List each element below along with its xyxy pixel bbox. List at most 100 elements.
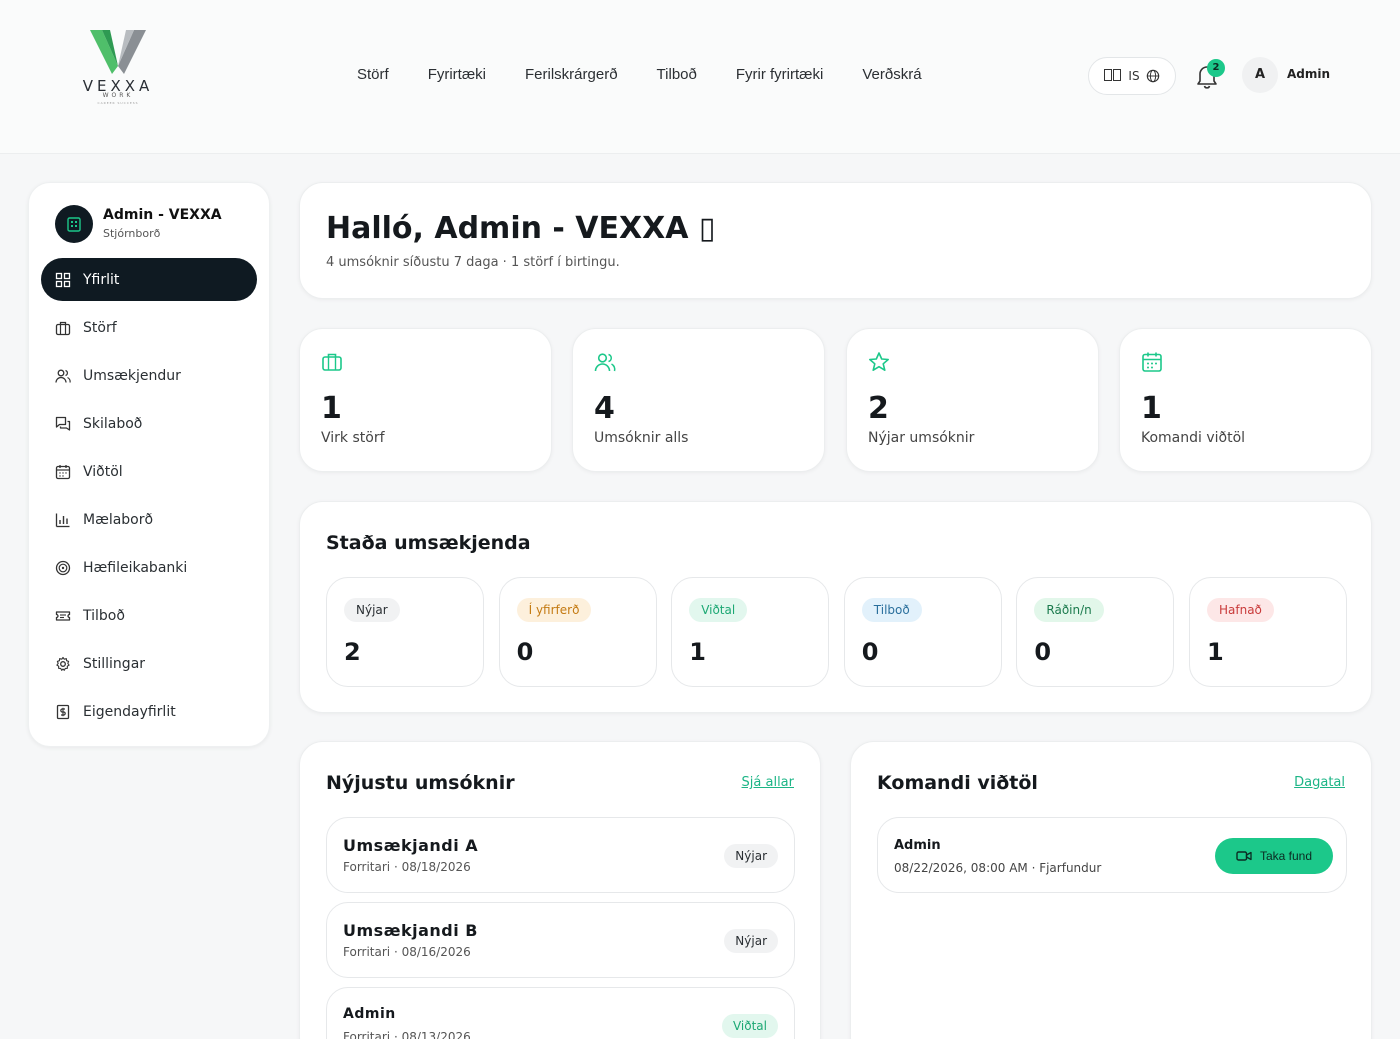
sidebar-item-label: Viðtöl [83,463,123,480]
status-stage-label: Hafnað [1207,598,1274,622]
sidebar: Admin - VEXXA Stjórnborð Yfirlit Störf U… [28,182,270,747]
page-title: Halló, Admin - VEXXA ▯ [326,211,716,246]
status-badge: Nýjar [724,844,778,868]
calendar-icon [1142,352,1162,372]
dollar-doc-icon [56,704,70,719]
status-stage-count: 0 [861,638,879,666]
star-icon [868,352,890,372]
interviewee-name: Admin [894,838,941,853]
application-meta: Forritari · 08/13/2026 [343,1030,471,1039]
status-stage-box[interactable]: Í yfirferð 0 [498,577,657,687]
status-stage-count: 2 [344,638,361,666]
recent-applications-card: Nýjustu umsóknir Sjá allar Umsækjandi A … [299,741,821,1039]
section-title: Komandi viðtöl [877,772,1038,794]
nav-offers[interactable]: Tilboð [657,66,697,83]
status-stage-box[interactable]: Viðtal 1 [671,577,830,687]
sidebar-item-label: Stillingar [83,655,146,672]
see-all-link[interactable]: Sjá allar [742,775,794,790]
application-meta: Forritari · 08/18/2026 [343,860,471,874]
nav-companies[interactable]: Fyrirtæki [428,66,486,83]
status-stage-count: 0 [1034,638,1052,666]
user-name[interactable]: Admin [1287,67,1330,81]
greeting-card: Halló, Admin - VEXXA ▯ 4 umsóknir síðust… [299,182,1372,299]
nav-pricing[interactable]: Verðskrá [862,66,921,83]
language-code: IS [1128,69,1140,83]
calendar-link[interactable]: Dagatal [1294,775,1345,790]
application-row[interactable]: Umsækjandi B Forritari · 08/16/2026 Nýja… [326,902,795,978]
status-stage-box[interactable]: Tilboð 0 [843,577,1002,687]
application-row[interactable]: Admin Forritari · 08/13/2026 Viðtal [326,987,795,1039]
section-title: Staða umsækjenda [326,532,531,554]
nav-jobs[interactable]: Störf [357,66,389,83]
org-name: Admin - VEXXA [103,207,222,223]
sidebar-item-talent-bank[interactable]: Hæfileikabanki [41,546,257,589]
stat-value: 1 [321,391,342,426]
nav-for-companies[interactable]: Fyrir fyrirtæki [736,66,823,83]
sidebar-item-jobs[interactable]: Störf [41,306,257,349]
sidebar-item-offers[interactable]: Tilboð [41,594,257,637]
avatar[interactable]: A [1242,57,1278,93]
sidebar-item-label: Hæfileikabanki [83,559,188,576]
users-icon [594,353,616,372]
layout-toggle-icon [1104,68,1122,84]
sidebar-item-owner-overview[interactable]: Eigendayfirlit [41,690,257,733]
sidebar-item-label: Skilaboð [83,415,143,432]
messages-icon [55,416,71,431]
stat-card-new-applications: 2 Nýjar umsóknir [846,328,1099,472]
sidebar-item-messages[interactable]: Skilaboð [41,402,257,445]
stat-card-active-jobs: 1 Virk störf [299,328,552,472]
sidebar-item-label: Störf [83,319,117,336]
sidebar-item-overview[interactable]: Yfirlit [41,258,257,301]
status-badge: Nýjar [724,929,778,953]
sidebar-item-interviews[interactable]: Viðtöl [41,450,257,493]
logo-sub: WORK [102,92,134,99]
building-icon [55,205,93,243]
nav-cv-builder[interactable]: Ferilskrárgerð [525,66,618,83]
stat-value: 1 [1141,391,1162,426]
users-icon [55,369,71,383]
applicant-status-card: Staða umsækjenda Nýjar 2 Í yfirferð 0 Viðtal… [299,501,1372,713]
upcoming-interviews-card: Komandi viðtöl Dagatal Admin 08/22/2026,… [850,741,1372,1039]
bar-chart-icon [55,513,70,527]
status-stage-label: Tilboð [861,598,922,622]
status-stage-label: Viðtal [689,598,748,622]
gear-icon [56,656,70,671]
ticket-icon [55,610,71,621]
status-stage-label: Nýjar [344,598,400,622]
status-stage-count: 1 [1207,638,1224,666]
logo-mark-icon [90,30,146,74]
sidebar-item-dashboard[interactable]: Mælaborð [41,498,257,541]
sidebar-item-label: Tilboð [83,607,125,624]
status-stage-label: Ráðin/n [1034,598,1104,622]
application-row[interactable]: Umsækjandi A Forritari · 08/18/2026 Nýja… [326,817,795,893]
language-switcher[interactable]: IS [1088,57,1176,95]
application-meta: Forritari · 08/16/2026 [343,945,471,959]
applicant-name: Umsækjandi A [343,836,479,855]
sidebar-item-label: Umsækjendur [83,367,181,384]
stat-card-upcoming-interviews: 1 Komandi viðtöl [1119,328,1372,472]
sidebar-item-applicants[interactable]: Umsækjendur [41,354,257,397]
main-nav: Störf Fyrirtæki Ferilskrárgerð Tilboð Fy… [357,66,961,83]
stat-value: 4 [594,391,615,426]
sidebar-item-settings[interactable]: Stillingar [41,642,257,685]
stat-card-total-applications: 4 Umsóknir alls [572,328,825,472]
interview-row: Admin 08/22/2026, 08:00 AM · Fjarfundur … [877,817,1347,893]
status-stage-box[interactable]: Ráðin/n 0 [1016,577,1175,687]
join-meeting-button[interactable]: Taka fund [1215,838,1333,874]
status-stage-box[interactable]: Nýjar 2 [326,577,484,687]
logo-tagline: CAREER SUCCESS [97,101,139,105]
stat-label: Virk störf [321,430,385,446]
top-navigation: VEXXA WORK CAREER SUCCESS Störf Fyrirtæk… [0,0,1400,154]
briefcase-icon [322,353,342,371]
interview-meta: 08/22/2026, 08:00 AM · Fjarfundur [894,861,1102,875]
grid-icon [55,272,71,287]
status-stage-box[interactable]: Hafnað 1 [1189,577,1347,687]
briefcase-icon [55,321,71,335]
vexxa-logo[interactable]: VEXXA WORK CAREER SUCCESS [72,26,164,108]
join-meeting-label: Taka fund [1259,849,1313,863]
stat-label: Umsóknir alls [594,430,689,446]
applicant-name: Admin [343,1006,396,1022]
notification-badge: 2 [1207,59,1225,77]
applicant-name: Umsækjandi B [343,921,478,940]
status-stage-count: 1 [689,638,706,666]
